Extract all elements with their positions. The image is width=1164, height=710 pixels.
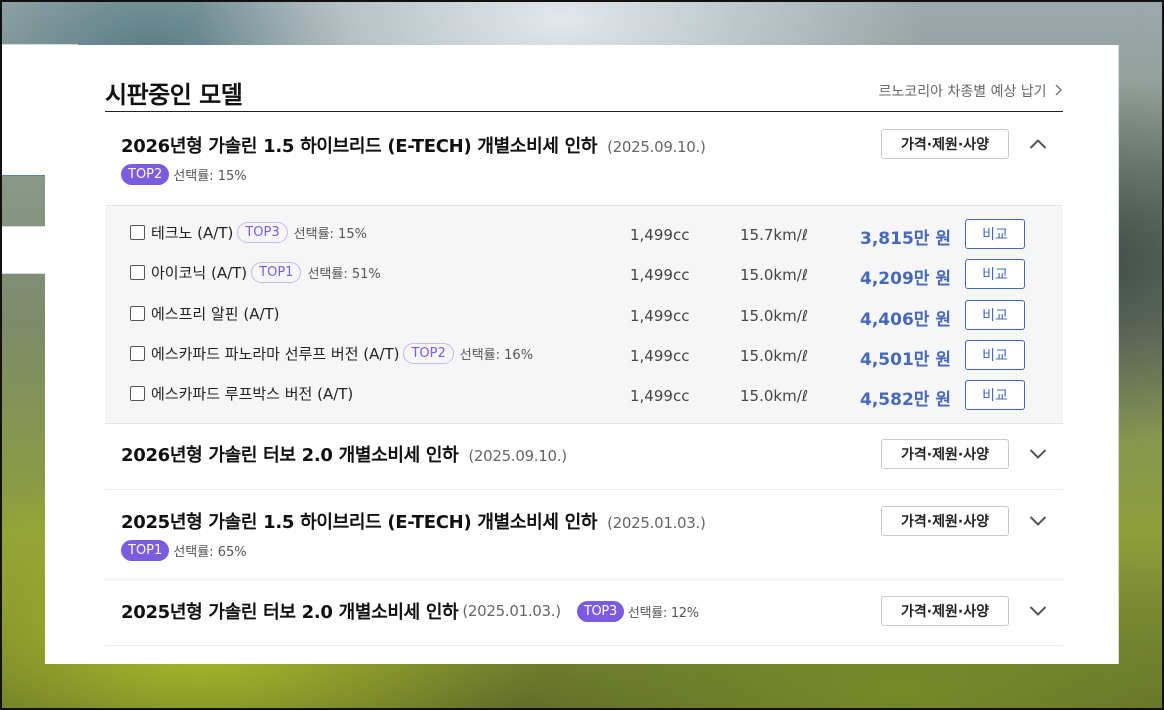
trim-price: 4,406만 원	[860, 310, 951, 330]
trim-price: 4,582만 원	[860, 390, 951, 410]
trim-rank-badge: TOP1	[251, 262, 302, 283]
chevron-down-icon	[1029, 606, 1047, 616]
expand-toggle[interactable]	[1027, 600, 1049, 622]
model-group-date: (2025.01.03.)	[462, 602, 561, 620]
spec-button[interactable]: 가격·제원·사양	[881, 506, 1009, 536]
trim-fuel-efficiency: 15.7km/ℓ	[740, 226, 808, 244]
model-group-date: (2025.09.10.)	[468, 447, 567, 465]
delivery-estimate-link-label: 르노코리아 차종별 예상 납기	[878, 84, 1047, 100]
section-title: 시판중인 모델	[105, 81, 243, 109]
trim-checkbox[interactable]	[130, 225, 145, 240]
model-list: 시판중인 모델 르노코리아 차종별 예상 납기 2026년형 가솔린 1.5 하…	[105, 45, 1063, 646]
model-group-2025-turbo: 2025년형 가솔린 터보 2.0 개별소비세 인하 (2025.01.03.)…	[105, 580, 1063, 646]
spec-button[interactable]: 가격·제원·사양	[881, 439, 1009, 469]
compare-button[interactable]: 비교	[965, 219, 1025, 249]
model-group-title-text: 2025년형 가솔린 터보 2.0 개별소비세 인하	[121, 602, 459, 623]
trim-price: 4,209만 원	[860, 269, 951, 289]
model-group-title: 2025년형 가솔린 1.5 하이브리드 (E-TECH) 개별소비세 인하 (…	[121, 508, 706, 534]
chevron-down-icon	[1029, 449, 1047, 459]
model-group-date: (2025.01.03.)	[607, 514, 706, 532]
selection-rate-text: 선택률: 15%	[173, 169, 247, 184]
trim-fuel-efficiency: 15.0km/ℓ	[740, 347, 808, 365]
compare-button[interactable]: 비교	[965, 380, 1025, 410]
trim-rank-badge: TOP3	[237, 222, 288, 243]
model-group-title: 2025년형 가솔린 터보 2.0 개별소비세 인하 (2025.01.03.)…	[121, 598, 699, 624]
trim-checkbox[interactable]	[130, 265, 145, 280]
section-header: 시판중인 모델 르노코리아 차종별 예상 납기	[105, 45, 1063, 112]
trim-displacement: 1,499cc	[630, 307, 690, 325]
chevron-down-icon	[1029, 516, 1047, 526]
trim-checkbox[interactable]	[130, 346, 145, 361]
trim-selection-rate: 선택률: 15%	[293, 227, 367, 242]
trim-selection-rate: 선택률: 16%	[459, 348, 534, 363]
trim-row: 에스카파드 파노라마 선루프 버전 (A/T) TOP2 선택률: 16% 1,…	[105, 337, 1063, 370]
trim-selection-rate: 선택률: 51%	[307, 267, 381, 282]
selection-rate-text: 선택률: 65%	[173, 545, 247, 560]
trim-displacement: 1,499cc	[630, 226, 690, 244]
trim-checkbox[interactable]	[130, 306, 145, 321]
trim-name: 에스프리 알핀 (A/T)	[151, 305, 280, 323]
model-group-date: (2025.09.10.)	[607, 138, 706, 156]
compare-button[interactable]: 비교	[965, 300, 1025, 330]
trim-name: 에스카파드 파노라마 선루프 버전 (A/T)	[151, 345, 400, 363]
rank-badge: TOP3	[576, 600, 624, 622]
trim-name: 에스카파드 루프박스 버전 (A/T)	[151, 385, 354, 403]
trim-displacement: 1,499cc	[630, 387, 690, 405]
model-group-title-text: 2025년형 가솔린 1.5 하이브리드 (E-TECH) 개별소비세 인하	[121, 512, 598, 533]
trim-rank-badge: TOP2	[403, 343, 454, 364]
collapse-toggle[interactable]	[1027, 133, 1049, 155]
trim-displacement: 1,499cc	[630, 266, 690, 284]
trim-row: 테크노 (A/T) TOP3 선택률: 15% 1,499cc 15.7km/ℓ…	[105, 216, 1063, 249]
model-group-title: 2026년형 가솔린 1.5 하이브리드 (E-TECH) 개별소비세 인하 (…	[121, 132, 706, 158]
compare-button[interactable]: 비교	[965, 259, 1025, 289]
trim-price: 3,815만 원	[860, 229, 951, 249]
spec-button[interactable]: 가격·제원·사양	[881, 129, 1009, 159]
trim-name: 테크노 (A/T)	[151, 224, 234, 242]
trim-checkbox[interactable]	[130, 386, 145, 401]
trim-fuel-efficiency: 15.0km/ℓ	[740, 266, 808, 284]
chevron-up-icon	[1029, 139, 1047, 149]
chevron-right-icon	[1055, 84, 1063, 100]
expand-toggle[interactable]	[1027, 443, 1049, 465]
model-list-panel: 시판중인 모델 르노코리아 차종별 예상 납기 2026년형 가솔린 1.5 하…	[45, 45, 1119, 664]
rank-badge: TOP1	[121, 540, 170, 561]
selection-rate: TOP1 선택률: 65%	[121, 540, 247, 561]
trim-list: 테크노 (A/T) TOP3 선택률: 15% 1,499cc 15.7km/ℓ…	[105, 205, 1063, 424]
trim-fuel-efficiency: 15.0km/ℓ	[740, 387, 808, 405]
model-group-2025-hybrid: 2025년형 가솔린 1.5 하이브리드 (E-TECH) 개별소비세 인하 (…	[105, 490, 1063, 580]
trim-row: 아이코닉 (A/T) TOP1 선택률: 51% 1,499cc 15.0km/…	[105, 256, 1063, 289]
trim-row: 에스프리 알핀 (A/T) 1,499cc 15.0km/ℓ 4,406만 원 …	[105, 297, 1063, 330]
trim-row: 에스카파드 루프박스 버전 (A/T) 1,499cc 15.0km/ℓ 4,5…	[105, 377, 1063, 410]
model-group-title: 2026년형 가솔린 터보 2.0 개별소비세 인하 (2025.09.10.)	[121, 441, 567, 467]
selection-rate-text: 선택률: 12%	[627, 605, 699, 621]
model-group-title-text: 2026년형 가솔린 1.5 하이브리드 (E-TECH) 개별소비세 인하	[121, 136, 598, 157]
trim-fuel-efficiency: 15.0km/ℓ	[740, 307, 808, 325]
rank-badge: TOP2	[121, 164, 170, 185]
delivery-estimate-link[interactable]: 르노코리아 차종별 예상 납기	[879, 81, 1063, 101]
spec-button[interactable]: 가격·제원·사양	[881, 596, 1009, 626]
compare-button[interactable]: 비교	[965, 340, 1025, 370]
trim-displacement: 1,499cc	[630, 347, 690, 365]
trim-price: 4,501만 원	[860, 350, 951, 370]
trim-name: 아이코닉 (A/T)	[151, 264, 248, 282]
model-group-2026-turbo: 2026년형 가솔린 터보 2.0 개별소비세 인하 (2025.09.10.)…	[105, 423, 1063, 490]
model-group-title-text: 2026년형 가솔린 터보 2.0 개별소비세 인하	[121, 445, 459, 466]
selection-rate: TOP2 선택률: 15%	[121, 164, 247, 185]
expand-toggle[interactable]	[1027, 510, 1049, 532]
